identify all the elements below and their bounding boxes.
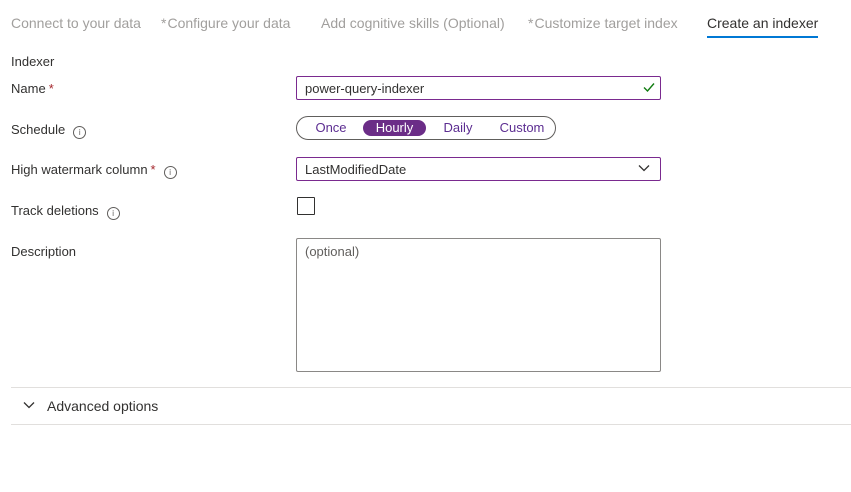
description-label: Description bbox=[11, 244, 77, 259]
schedule-toggle: Once Hourly Daily Custom bbox=[296, 116, 556, 140]
tab-label: Customize target index bbox=[534, 15, 678, 31]
track-deletions-label: Track deletions i bbox=[11, 203, 120, 220]
tab-customize-index[interactable]: *Customize target index bbox=[528, 14, 678, 32]
schedule-option-custom[interactable]: Custom bbox=[491, 120, 553, 136]
schedule-label-text: Schedule bbox=[11, 122, 66, 137]
required-marker: * bbox=[150, 162, 156, 177]
tab-label: Create an indexer bbox=[707, 15, 819, 31]
high-watermark-label-text: High watermark column bbox=[11, 162, 148, 177]
schedule-option-hourly[interactable]: Hourly bbox=[363, 120, 426, 136]
name-label-text: Name bbox=[11, 81, 46, 96]
tab-cognitive-skills[interactable]: Add cognitive skills (Optional) bbox=[321, 14, 505, 32]
schedule-option-once[interactable]: Once bbox=[305, 120, 357, 136]
wizard-tabs: Connect to your data *Configure your dat… bbox=[0, 0, 851, 40]
tab-configure-data[interactable]: *Configure your data bbox=[161, 14, 290, 32]
advanced-options-label: Advanced options bbox=[47, 398, 159, 414]
required-marker: * bbox=[528, 15, 534, 31]
required-marker: * bbox=[48, 81, 54, 96]
schedule-option-daily[interactable]: Daily bbox=[433, 120, 483, 136]
tab-label: Configure your data bbox=[167, 15, 291, 31]
chevron-down-icon bbox=[638, 165, 650, 172]
name-input[interactable]: power-query-indexer bbox=[296, 76, 661, 100]
section-title: Indexer bbox=[11, 54, 55, 69]
high-watermark-value: LastModifiedDate bbox=[305, 162, 407, 177]
description-placeholder: (optional) bbox=[305, 244, 360, 259]
tab-label: Add cognitive skills (Optional) bbox=[321, 15, 505, 31]
active-tab-underline bbox=[707, 36, 818, 38]
chevron-down-icon bbox=[23, 402, 35, 409]
tab-create-indexer[interactable]: Create an indexer bbox=[707, 14, 818, 32]
track-deletions-label-text: Track deletions bbox=[11, 203, 99, 218]
schedule-label: Schedule i bbox=[11, 122, 87, 139]
tab-connect-data[interactable]: Connect to your data bbox=[11, 14, 141, 32]
name-input-value: power-query-indexer bbox=[305, 81, 425, 96]
track-deletions-checkbox[interactable] bbox=[297, 197, 315, 215]
info-icon[interactable]: i bbox=[163, 166, 177, 179]
required-marker: * bbox=[161, 15, 167, 31]
high-watermark-label: High watermark column * i bbox=[11, 162, 177, 179]
description-textarea[interactable]: (optional) bbox=[296, 238, 661, 372]
checkmark-icon bbox=[643, 83, 655, 93]
divider bbox=[11, 424, 851, 425]
tab-label: Connect to your data bbox=[11, 15, 141, 31]
high-watermark-dropdown[interactable]: LastModifiedDate bbox=[296, 157, 661, 181]
info-icon[interactable]: i bbox=[73, 126, 87, 139]
info-icon[interactable]: i bbox=[106, 207, 120, 220]
name-label: Name * bbox=[11, 81, 54, 97]
advanced-options-toggle[interactable]: Advanced options bbox=[11, 388, 851, 423]
